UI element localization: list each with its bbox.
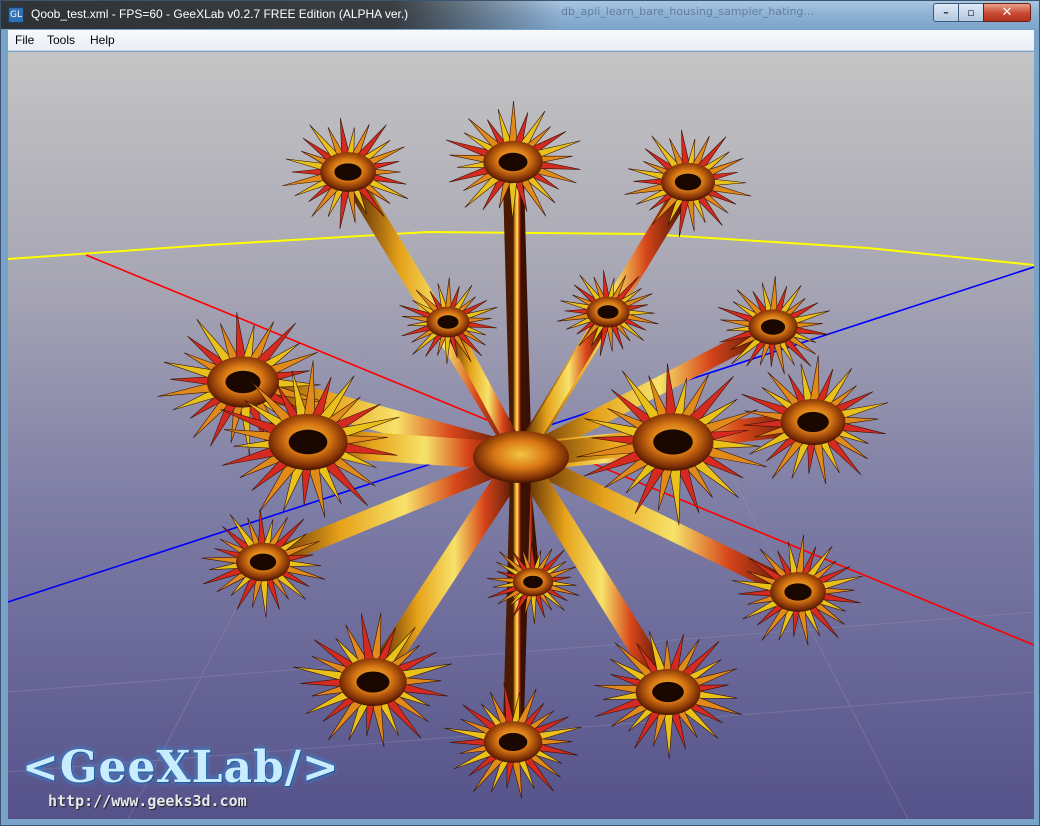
menu-tools[interactable]: Tools xyxy=(47,33,75,47)
3d-viewport[interactable]: <GeeXLab/> http://www.geeks3d.com xyxy=(8,52,1034,819)
title-bar[interactable]: GL Qoob_test.xml - FPS=60 - GeeXLab v0.2… xyxy=(1,1,1039,29)
menu-file[interactable]: File xyxy=(15,33,34,47)
spiky-pod xyxy=(486,542,580,624)
app-icon[interactable]: GL xyxy=(8,7,24,23)
spiky-pod xyxy=(445,100,581,220)
window-title: Qoob_test.xml - FPS=60 - GeeXLab v0.2.7 … xyxy=(31,7,409,21)
spiky-pod xyxy=(731,534,864,646)
geeks3d-url: http://www.geeks3d.com xyxy=(48,792,247,810)
maximize-icon: ▫ xyxy=(967,6,975,19)
central-hub xyxy=(473,431,569,483)
app-window: GL Qoob_test.xml - FPS=60 - GeeXLab v0.2… xyxy=(0,0,1040,826)
menu-help[interactable]: Help xyxy=(90,33,115,47)
spiky-pod xyxy=(624,129,752,238)
background-window-title: db_apli_learn_bare_housing_sampler_hatin… xyxy=(561,5,814,18)
menu-bar: File Tools Help xyxy=(8,30,1034,51)
geexlab-logo: <GeeXLab/> xyxy=(22,742,340,793)
spiky-pod xyxy=(717,276,830,375)
minimize-button[interactable]: – xyxy=(933,3,959,22)
spiky-pod xyxy=(293,612,452,748)
spiky-pod xyxy=(282,118,408,230)
scene-render xyxy=(8,100,1034,819)
spiky-pod xyxy=(594,630,742,759)
close-button[interactable]: ✕ xyxy=(983,3,1031,22)
spiky-pod xyxy=(556,270,659,357)
maximize-button[interactable]: ▫ xyxy=(958,3,984,22)
spiky-pod xyxy=(201,509,326,618)
close-icon: ✕ xyxy=(1001,5,1013,20)
minimize-icon: – xyxy=(943,6,949,19)
